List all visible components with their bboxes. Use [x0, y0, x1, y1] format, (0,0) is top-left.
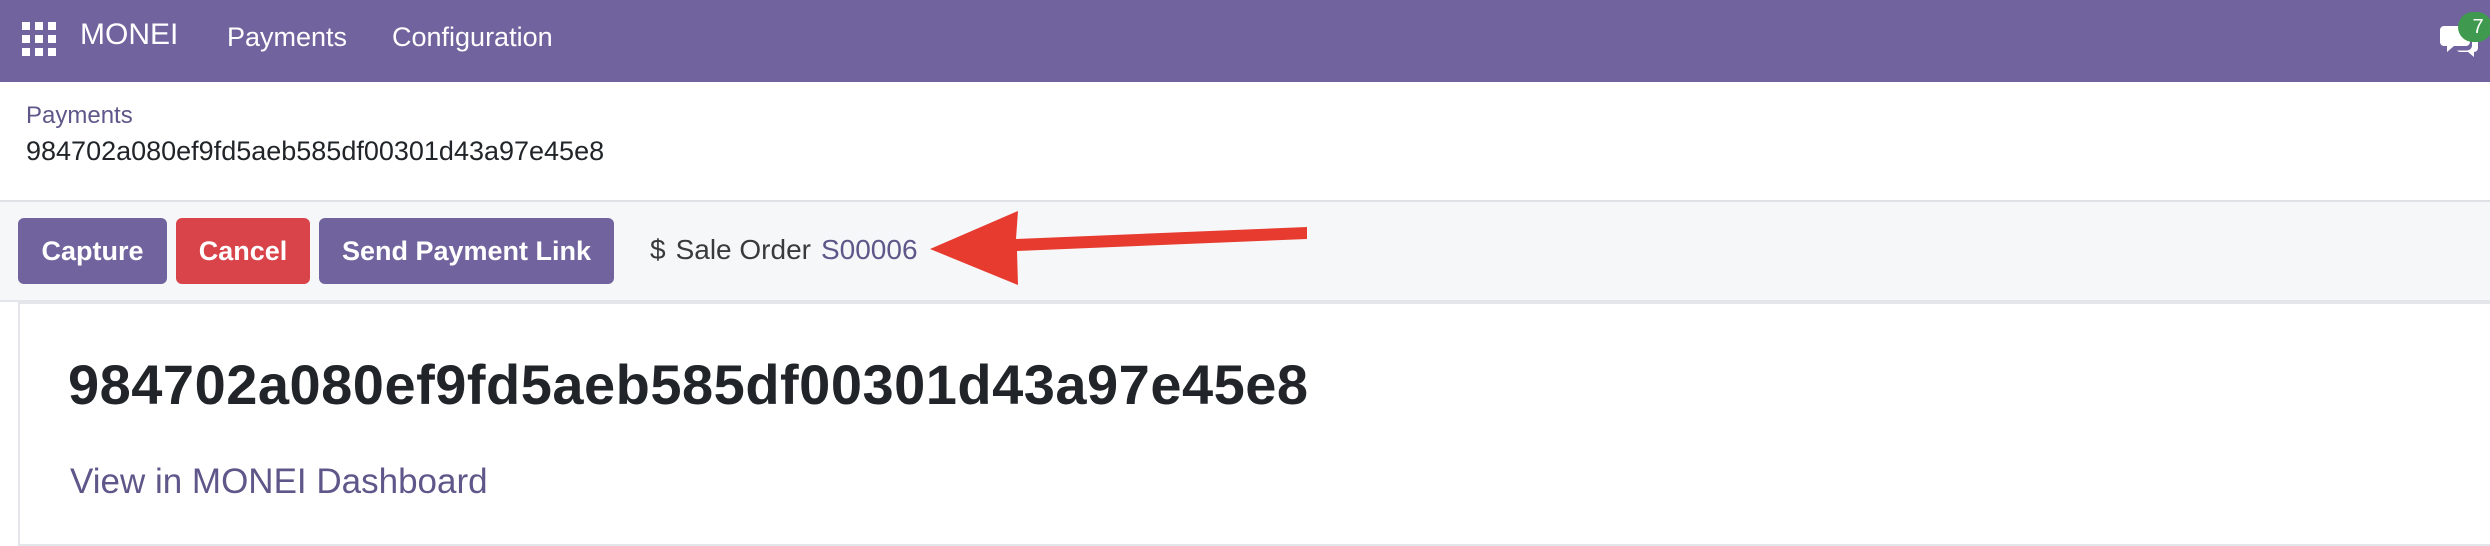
breadcrumb-record: 984702a080ef9fd5aeb585df00301d43a97e45e8 [26, 136, 605, 166]
menu-payments[interactable]: Payments [227, 22, 347, 53]
send-payment-link-button[interactable]: Send Payment Link [319, 218, 614, 284]
cancel-button[interactable]: Cancel [176, 218, 310, 284]
app-brand[interactable]: MONEI [80, 18, 178, 52]
dollar-icon: $ [650, 234, 666, 265]
capture-button[interactable]: Capture [18, 218, 167, 284]
menu-configuration[interactable]: Configuration [392, 22, 553, 53]
payment-title: 984702a080ef9fd5aeb585df00301d43a97e45e8 [68, 353, 1309, 416]
sale-order-link[interactable]: S00006 [821, 234, 918, 266]
sale-order-smart-button[interactable]: $ Sale Order S00006 [650, 234, 918, 266]
breadcrumb-parent[interactable]: Payments [26, 102, 133, 130]
annotation-arrow [930, 211, 1307, 285]
top-navbar: MONEI Payments Configuration 7 [0, 0, 2490, 82]
chat-badge: 7 [2458, 12, 2490, 42]
view-dashboard-link[interactable]: View in MONEI Dashboard [70, 462, 488, 502]
sale-order-label: Sale Order [675, 234, 811, 265]
control-panel: Payments 984702a080ef9fd5aeb585df00301d4… [0, 82, 2490, 202]
apps-menu-icon[interactable] [22, 22, 56, 56]
form-sheet: 984702a080ef9fd5aeb585df00301d43a97e45e8… [18, 302, 2490, 546]
